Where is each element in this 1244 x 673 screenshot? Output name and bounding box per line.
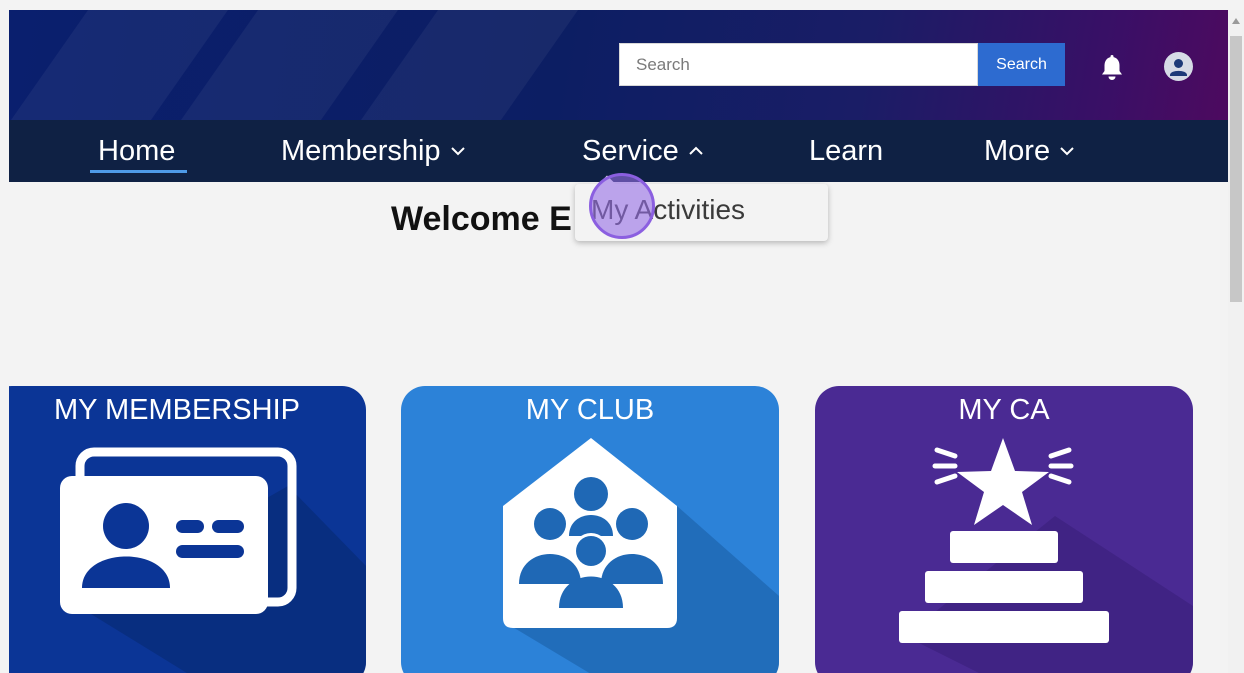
chevron-up-icon <box>688 146 703 155</box>
welcome-heading: Welcome E <box>391 200 572 238</box>
nav-more[interactable]: More <box>984 120 1074 182</box>
tile-title: MY MEMBERSHIP <box>53 394 300 426</box>
page-frame: Search Home Membership Service Learn <box>9 10 1228 673</box>
nav-active-indicator <box>90 170 187 173</box>
vertical-scrollbar[interactable] <box>1228 10 1244 673</box>
scroll-up-arrow-icon[interactable] <box>1232 18 1240 24</box>
bell-icon[interactable] <box>1099 54 1125 82</box>
chevron-down-icon <box>1060 147 1074 156</box>
tile-my-membership[interactable]: MY MEMBERSHIP <box>9 386 366 673</box>
chevron-down-icon <box>450 147 465 156</box>
nav-service[interactable]: Service <box>582 120 703 182</box>
star-podium-icon <box>899 438 1193 673</box>
club-group-icon <box>503 438 779 673</box>
tile-title: MY CA <box>958 394 1050 426</box>
tile-my-club[interactable]: MY CLUB <box>401 386 779 673</box>
scroll-thumb[interactable] <box>1230 36 1242 302</box>
nav-learn-label: Learn <box>809 134 884 167</box>
tile-my-ca[interactable]: MY CA <box>815 386 1193 673</box>
search-button[interactable]: Search <box>978 43 1065 86</box>
tile-title: MY CLUB <box>525 394 655 426</box>
nav-membership[interactable]: Membership <box>281 120 465 182</box>
nav-service-label: Service <box>582 134 679 167</box>
search-input[interactable] <box>619 43 978 86</box>
nav-learn[interactable]: Learn <box>809 120 883 182</box>
menu-item-my-activities[interactable]: My Activities <box>591 194 745 226</box>
nav-more-label: More <box>984 134 1051 167</box>
user-avatar-icon[interactable] <box>1164 52 1193 81</box>
id-card-icon <box>60 447 366 673</box>
service-dropdown-menu: My Activities <box>575 175 828 241</box>
main-nav: Home Membership Service Learn More <box>9 120 1228 182</box>
header-banner: Search <box>9 10 1228 120</box>
nav-home-label: Home <box>98 134 176 167</box>
nav-membership-label: Membership <box>281 134 441 167</box>
